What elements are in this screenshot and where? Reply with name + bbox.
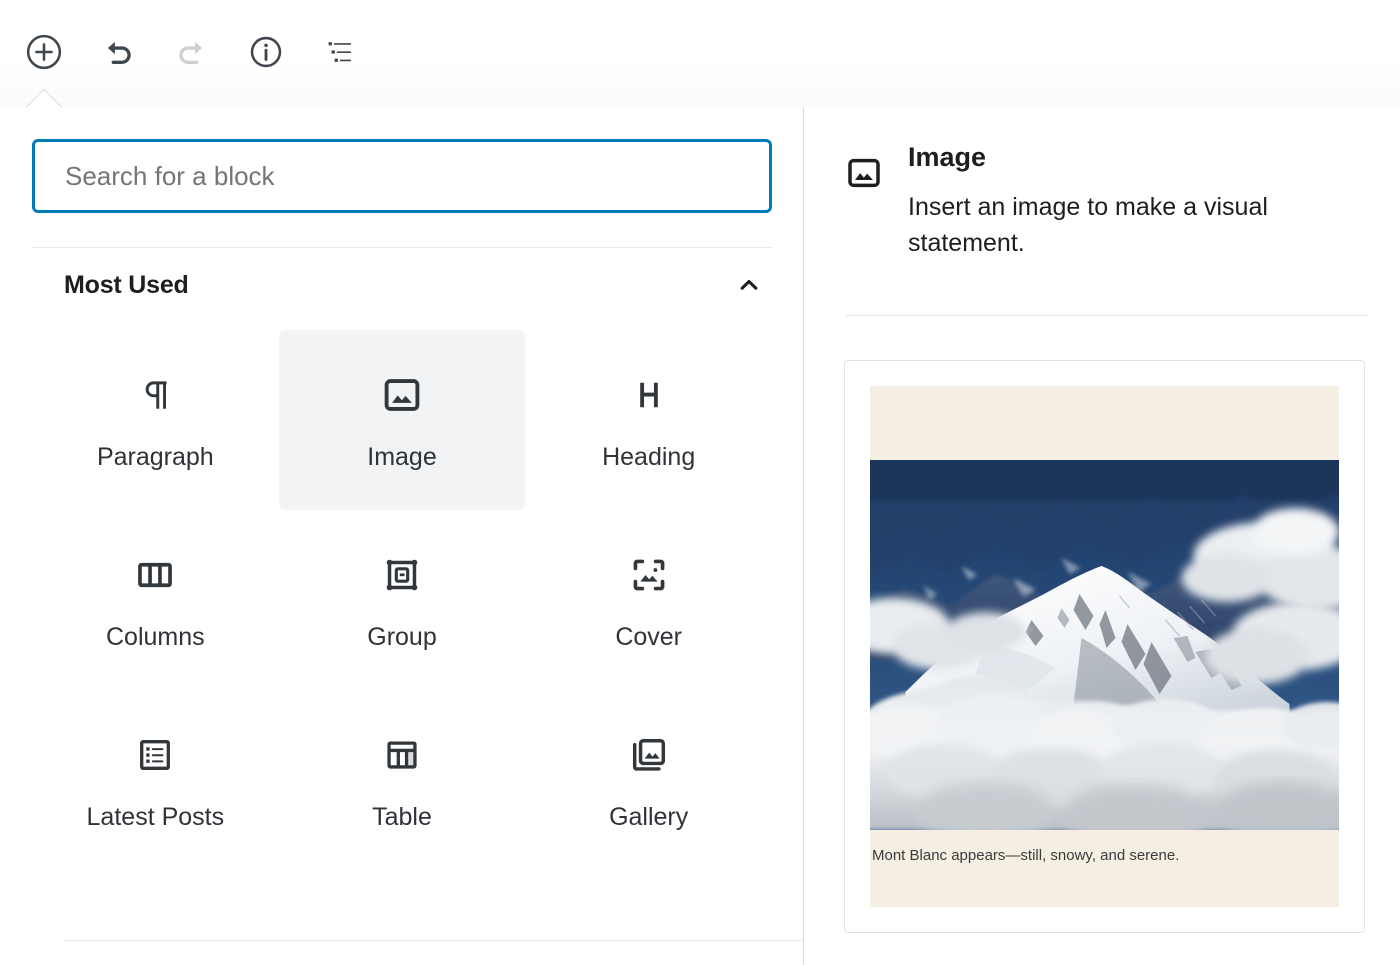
latest-posts-icon [134, 731, 176, 779]
gallery-icon [627, 731, 671, 779]
block-label: Columns [106, 625, 205, 650]
block-label: Paragraph [97, 445, 214, 470]
preview-image [870, 460, 1339, 830]
block-label: Gallery [609, 805, 688, 830]
redo-button [166, 28, 218, 80]
block-inserter-popover: Most Used Paragraph [0, 106, 1400, 965]
group-icon [380, 551, 424, 599]
info-circle-icon [248, 34, 284, 73]
preview-header: Image Insert an image to make a visual s… [844, 141, 1368, 261]
block-label: Cover [615, 625, 682, 650]
paragraph-icon [133, 371, 177, 419]
image-icon [380, 371, 424, 419]
undo-icon [99, 33, 137, 74]
preview-caption: Mont Blanc appears—still, snowy, and ser… [870, 830, 1339, 866]
block-item-table[interactable]: Table [279, 690, 526, 870]
columns-icon [133, 551, 177, 599]
inserter-popover-arrow [23, 88, 65, 110]
details-button[interactable] [240, 28, 292, 80]
preview-top-spacer [870, 386, 1339, 460]
preview-text-block: Image Insert an image to make a visual s… [908, 141, 1328, 261]
block-item-latest-posts[interactable]: Latest Posts [32, 690, 279, 870]
block-label: Table [372, 805, 432, 830]
search-container [32, 139, 771, 213]
preview-canvas: Mont Blanc appears—still, snowy, and ser… [870, 386, 1339, 907]
block-label: Group [367, 625, 436, 650]
block-type-grid: Paragraph Image Headi [32, 330, 772, 870]
section-header-most-used[interactable]: Most Used [32, 248, 772, 308]
section-title: Most Used [64, 271, 189, 300]
block-item-group[interactable]: Group [279, 510, 526, 690]
preview-divider [846, 315, 1368, 316]
block-item-gallery[interactable]: Gallery [525, 690, 772, 870]
block-item-cover[interactable]: Cover [525, 510, 772, 690]
redo-icon [173, 33, 211, 74]
chevron-up-icon [734, 270, 764, 300]
add-block-button[interactable] [18, 28, 70, 80]
block-label: Latest Posts [87, 805, 225, 830]
plus-circle-icon [25, 33, 63, 74]
section-bottom-divider [64, 940, 804, 941]
table-icon [381, 731, 423, 779]
block-item-heading[interactable]: Heading [525, 330, 772, 510]
block-item-paragraph[interactable]: Paragraph [32, 330, 279, 510]
inserter-browse-panel: Most Used Paragraph [0, 107, 804, 965]
editor-toolbar [0, 0, 1400, 107]
preview-title: Image [908, 141, 1328, 175]
block-label: Heading [602, 445, 695, 470]
list-view-button[interactable] [314, 28, 366, 80]
block-item-columns[interactable]: Columns [32, 510, 279, 690]
list-view-icon [322, 34, 358, 73]
mont-blanc-photo [870, 460, 1339, 830]
block-preview-card: Mont Blanc appears—still, snowy, and ser… [844, 360, 1365, 933]
search-input[interactable] [32, 139, 772, 213]
block-preview-panel: Image Insert an image to make a visual s… [804, 107, 1400, 965]
heading-icon [627, 371, 671, 419]
preview-description: Insert an image to make a visual stateme… [908, 189, 1328, 262]
cover-icon [627, 551, 671, 599]
undo-button[interactable] [92, 28, 144, 80]
image-icon [844, 153, 884, 198]
block-label: Image [367, 445, 436, 470]
block-item-image[interactable]: Image [279, 330, 526, 510]
